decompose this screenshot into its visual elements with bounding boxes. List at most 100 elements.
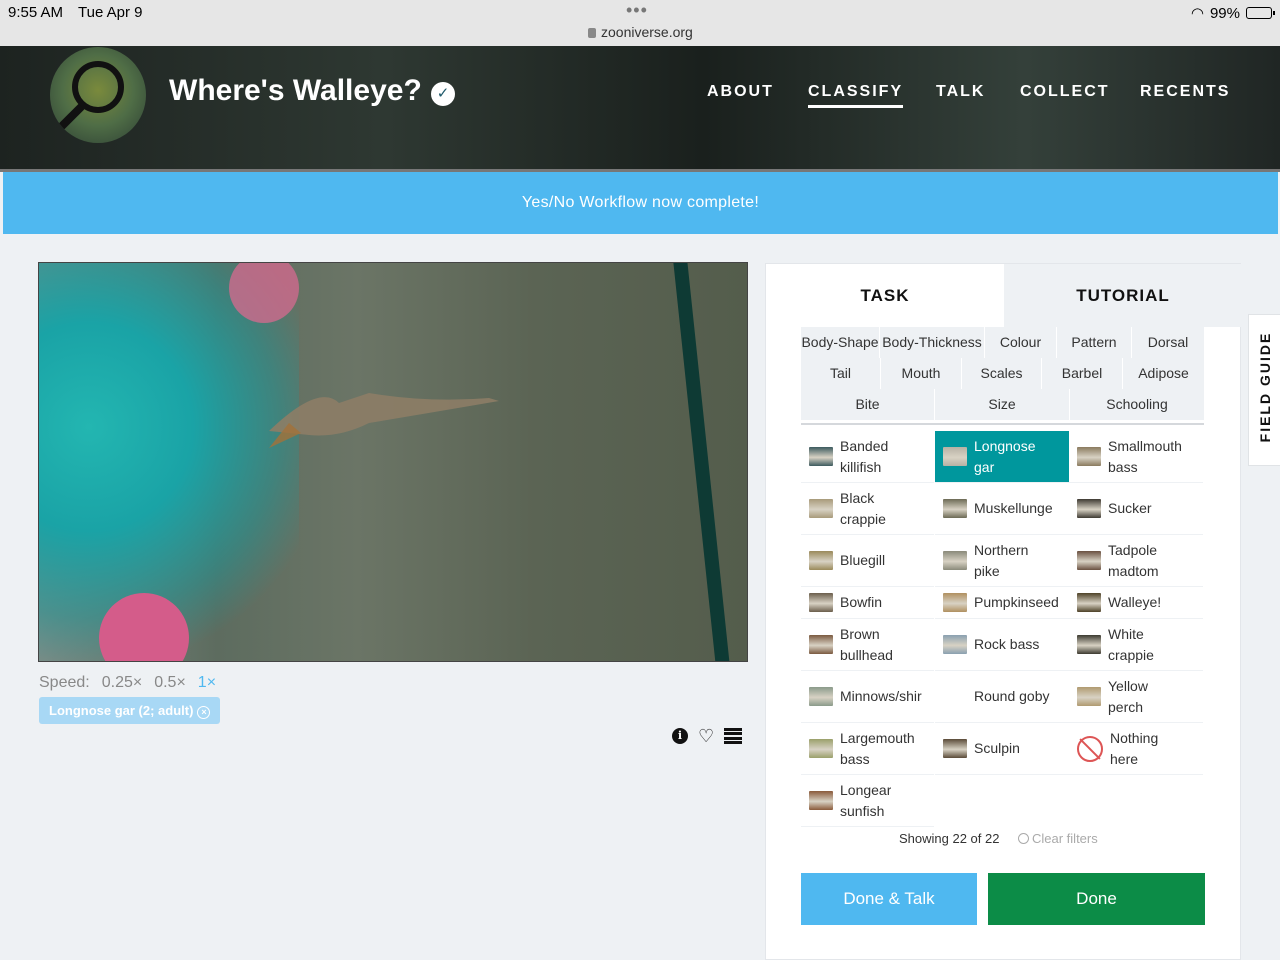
species-label-line: Northern <box>974 541 1029 558</box>
species-option[interactable]: Rock bass <box>935 619 1069 671</box>
species-label-line: Black <box>840 489 875 506</box>
species-label-line: crappie <box>840 510 886 527</box>
nav-recents[interactable]: RECENTS <box>1140 83 1230 101</box>
project-title[interactable]: Where's Walleye? <box>169 74 422 108</box>
species-option[interactable]: Banded killifish <box>801 431 934 483</box>
species-thumbnail <box>809 447 833 466</box>
filter-mouth[interactable]: Mouth <box>881 358 962 389</box>
species-label: Minnows/shir <box>840 686 922 707</box>
filter-body-shape[interactable]: Body-Shape <box>801 327 880 358</box>
species-option[interactable]: Northern pike <box>935 535 1069 587</box>
species-label-line: Longear <box>840 781 892 798</box>
species-option[interactable]: Sculpin <box>935 723 1069 775</box>
filter-barbel[interactable]: Barbel <box>1042 358 1123 389</box>
filter-scales[interactable]: Scales <box>962 358 1042 389</box>
species-label: Black crappie <box>840 488 886 530</box>
species-option[interactable]: Minnows/shir <box>801 671 934 723</box>
species-option[interactable]: Bluegill <box>801 535 934 587</box>
species-option[interactable]: Nothing here <box>1069 723 1203 775</box>
species-option[interactable]: Brown bullhead <box>801 619 934 671</box>
species-option[interactable]: Yellow perch <box>1069 671 1203 723</box>
filter-bite[interactable]: Bite <box>801 389 935 420</box>
done-button[interactable]: Done <box>988 873 1205 925</box>
nav-about[interactable]: ABOUT <box>707 83 774 101</box>
tab-tutorial[interactable]: TUTORIAL <box>1004 264 1242 327</box>
battery-icon <box>1246 7 1275 19</box>
species-label-line: Tadpole <box>1108 541 1158 558</box>
species-label-line: pike <box>974 562 1000 579</box>
species-label: Bowfin <box>840 592 882 613</box>
done-and-talk-button[interactable]: Done & Talk <box>801 873 977 925</box>
speed-option-0-25[interactable]: 0.25× <box>102 674 142 692</box>
remove-annotation-icon[interactable]: × <box>197 706 211 719</box>
species-option[interactable]: Tadpole madtom <box>1069 535 1203 587</box>
species-option[interactable]: Longear sunfish <box>801 775 934 827</box>
species-option[interactable]: White crappie <box>1069 619 1203 671</box>
filter-dorsal[interactable]: Dorsal <box>1132 327 1204 358</box>
species-option[interactable]: Bowfin <box>801 587 934 619</box>
species-thumbnail <box>809 739 833 758</box>
filter-adipose[interactable]: Adipose <box>1123 358 1204 389</box>
species-thumbnail <box>943 635 967 654</box>
species-label-line: Nothing <box>1110 729 1159 746</box>
species-label-line: gar <box>974 458 995 475</box>
nav-collect[interactable]: COLLECT <box>1020 83 1110 101</box>
species-label-line: here <box>1110 750 1139 767</box>
info-icon[interactable]: i <box>672 728 688 744</box>
tab-task[interactable]: TASK <box>766 264 1004 327</box>
battery-percent: 99% <box>1209 4 1240 22</box>
filters-divider <box>801 423 1204 425</box>
species-option[interactable]: Longnose gar <box>935 431 1069 483</box>
species-option[interactable]: Pumpkinseed <box>935 587 1069 619</box>
filter-body-thickness[interactable]: Body-Thickness <box>880 327 985 358</box>
species-option[interactable]: Walleye! <box>1069 587 1203 619</box>
speed-option-0-5[interactable]: 0.5× <box>154 674 186 692</box>
species-label: Longnose gar <box>974 436 1036 478</box>
workflow-complete-banner: Yes/No Workflow now complete! <box>3 172 1278 234</box>
clear-icon <box>1018 833 1029 844</box>
speed-option-1[interactable]: 1× <box>198 674 216 692</box>
species-thumbnail <box>1077 551 1101 570</box>
filter-schooling[interactable]: Schooling <box>1070 389 1204 420</box>
species-label: Rock bass <box>974 634 1039 655</box>
species-option[interactable]: Sucker <box>1069 483 1203 535</box>
species-label-line: Rock bass <box>974 636 1040 652</box>
species-option[interactable]: Round goby <box>935 671 1069 723</box>
speed-label: Speed: <box>39 674 90 691</box>
address-bar[interactable]: zooniverse.org <box>588 24 693 40</box>
species-option[interactable]: Muskellunge <box>935 483 1069 535</box>
fish-silhouette <box>269 393 499 448</box>
species-label: Walleye! <box>1108 592 1161 613</box>
annotation-tag[interactable]: Longnose gar (2; adult) × <box>39 697 221 724</box>
clear-filters-link[interactable]: Clear filters <box>1018 831 1098 846</box>
species-option[interactable]: Black crappie <box>801 483 934 535</box>
tab-dots-icon[interactable]: ••• <box>626 0 648 21</box>
species-option[interactable]: Largemouth bass <box>801 723 934 775</box>
nav-classify[interactable]: CLASSIFY <box>808 83 904 108</box>
add-to-collection-icon[interactable] <box>724 728 743 744</box>
filter-tail[interactable]: Tail <box>801 358 881 389</box>
subject-video[interactable] <box>38 262 748 662</box>
species-thumbnail <box>809 551 833 570</box>
species-label-line: bullhead <box>840 646 893 663</box>
status-indicators: ◠ 99% <box>1191 4 1275 22</box>
species-option[interactable]: Smallmouth bass <box>1069 431 1203 483</box>
species-label-line: madtom <box>1108 562 1159 579</box>
species-label-line: bass <box>1108 458 1138 475</box>
status-bar: 9:55 AM Tue Apr 9 ••• zooniverse.org ◠ 9… <box>0 0 1280 46</box>
verified-badge-icon: ✓ <box>431 82 455 106</box>
favorite-heart-icon[interactable]: ♡ <box>698 727 714 745</box>
species-label-line: Bluegill <box>840 552 886 568</box>
species-label: Round goby <box>974 686 1050 707</box>
species-thumbnail <box>809 593 833 612</box>
field-guide-tab[interactable]: FIELD GUIDE <box>1248 314 1280 466</box>
status-date: Tue Apr 9 <box>78 4 143 21</box>
filter-pattern[interactable]: Pattern <box>1057 327 1132 358</box>
filter-colour[interactable]: Colour <box>985 327 1057 358</box>
nav-talk[interactable]: TALK <box>936 83 985 101</box>
species-label-line: Smallmouth <box>1108 437 1182 454</box>
filter-size[interactable]: Size <box>935 389 1070 420</box>
species-thumbnail <box>809 791 833 810</box>
project-avatar[interactable] <box>50 47 146 143</box>
species-label: Tadpole madtom <box>1108 540 1159 582</box>
